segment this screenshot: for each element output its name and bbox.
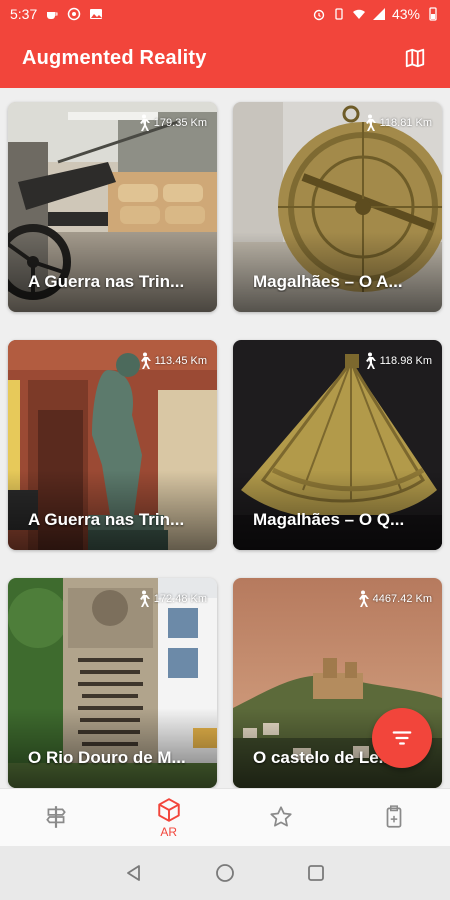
- walking-icon: [365, 114, 376, 131]
- card-title: O Rio Douro de M...: [28, 748, 186, 767]
- distance-text: 118.98 Km: [379, 355, 432, 367]
- back-icon[interactable]: [124, 863, 144, 883]
- walking-icon: [358, 590, 369, 607]
- recents-icon[interactable]: [306, 863, 326, 883]
- distance-text: 172.48 Km: [153, 593, 207, 605]
- card-distance: 118.98 Km: [362, 352, 432, 370]
- app-title: Augmented Reality: [22, 46, 207, 69]
- poi-grid: 179.35 Km A Guerra nas Trin... 118.81 Km…: [0, 88, 450, 788]
- wifi-icon: [352, 9, 365, 19]
- app-bar: Augmented Reality: [0, 28, 450, 88]
- status-bar: 5:37 43%: [0, 0, 450, 28]
- nav-item-favorites[interactable]: [225, 789, 338, 846]
- poi-card[interactable]: 113.45 Km A Guerra nas Trin...: [8, 340, 217, 550]
- distance-text: 179.35 Km: [153, 117, 207, 129]
- nav-item-routes[interactable]: [0, 789, 113, 846]
- bottom-navigation: AR: [0, 788, 450, 846]
- signal-icon: [372, 8, 385, 20]
- ar-cube-icon: [158, 797, 180, 822]
- star-icon: [270, 805, 292, 827]
- system-navigation: [0, 846, 450, 900]
- alarm-icon: [313, 9, 325, 21]
- walking-icon: [139, 590, 150, 607]
- nav-label: AR: [160, 824, 178, 839]
- card-distance: 179.35 Km: [136, 114, 207, 132]
- walking-icon: [139, 114, 150, 131]
- card-title: Magalhães – O A...: [253, 272, 403, 291]
- walking-icon: [140, 352, 151, 369]
- ticket-icon: [386, 804, 402, 828]
- status-time: 5:37: [10, 6, 38, 22]
- home-icon[interactable]: [214, 862, 236, 884]
- signpost-icon: [46, 805, 67, 828]
- card-distance: 4467.42 Km: [355, 590, 432, 608]
- whatsapp-icon: [68, 7, 81, 21]
- image-icon: [90, 9, 103, 19]
- notification-cup-icon: [47, 12, 58, 19]
- poi-card[interactable]: 172.48 Km O Rio Douro de M...: [8, 578, 217, 788]
- battery-icon: [429, 7, 437, 21]
- top-bar: 5:37 43% Augmented Reality: [0, 0, 450, 88]
- card-title: Magalhães – O Q...: [253, 510, 405, 529]
- nav-item-tickets[interactable]: [338, 789, 450, 846]
- walking-icon: [365, 352, 376, 369]
- card-title: A Guerra nas Trin...: [28, 510, 185, 529]
- filter-button[interactable]: [372, 708, 432, 768]
- distance-text: 113.45 Km: [154, 355, 207, 367]
- distance-text: 4467.42 Km: [372, 593, 432, 605]
- map-button[interactable]: [402, 45, 428, 71]
- card-distance: 118.81 Km: [362, 114, 432, 132]
- distance-text: 118.81 Km: [379, 117, 432, 129]
- card-title: A Guerra nas Trin...: [28, 272, 185, 291]
- map-icon: [405, 48, 425, 68]
- filter-icon: [392, 731, 412, 745]
- poi-card[interactable]: 179.35 Km A Guerra nas Trin...: [8, 102, 217, 312]
- nav-item-ar[interactable]: AR: [113, 789, 226, 846]
- card-distance: 172.48 Km: [136, 590, 207, 608]
- poi-card[interactable]: 118.98 Km Magalhães – O Q...: [233, 340, 442, 550]
- battery-percent: 43%: [391, 6, 420, 22]
- vibrate-icon: [335, 8, 343, 20]
- card-distance: 113.45 Km: [137, 352, 207, 370]
- poi-card[interactable]: 118.81 Km Magalhães – O A...: [233, 102, 442, 312]
